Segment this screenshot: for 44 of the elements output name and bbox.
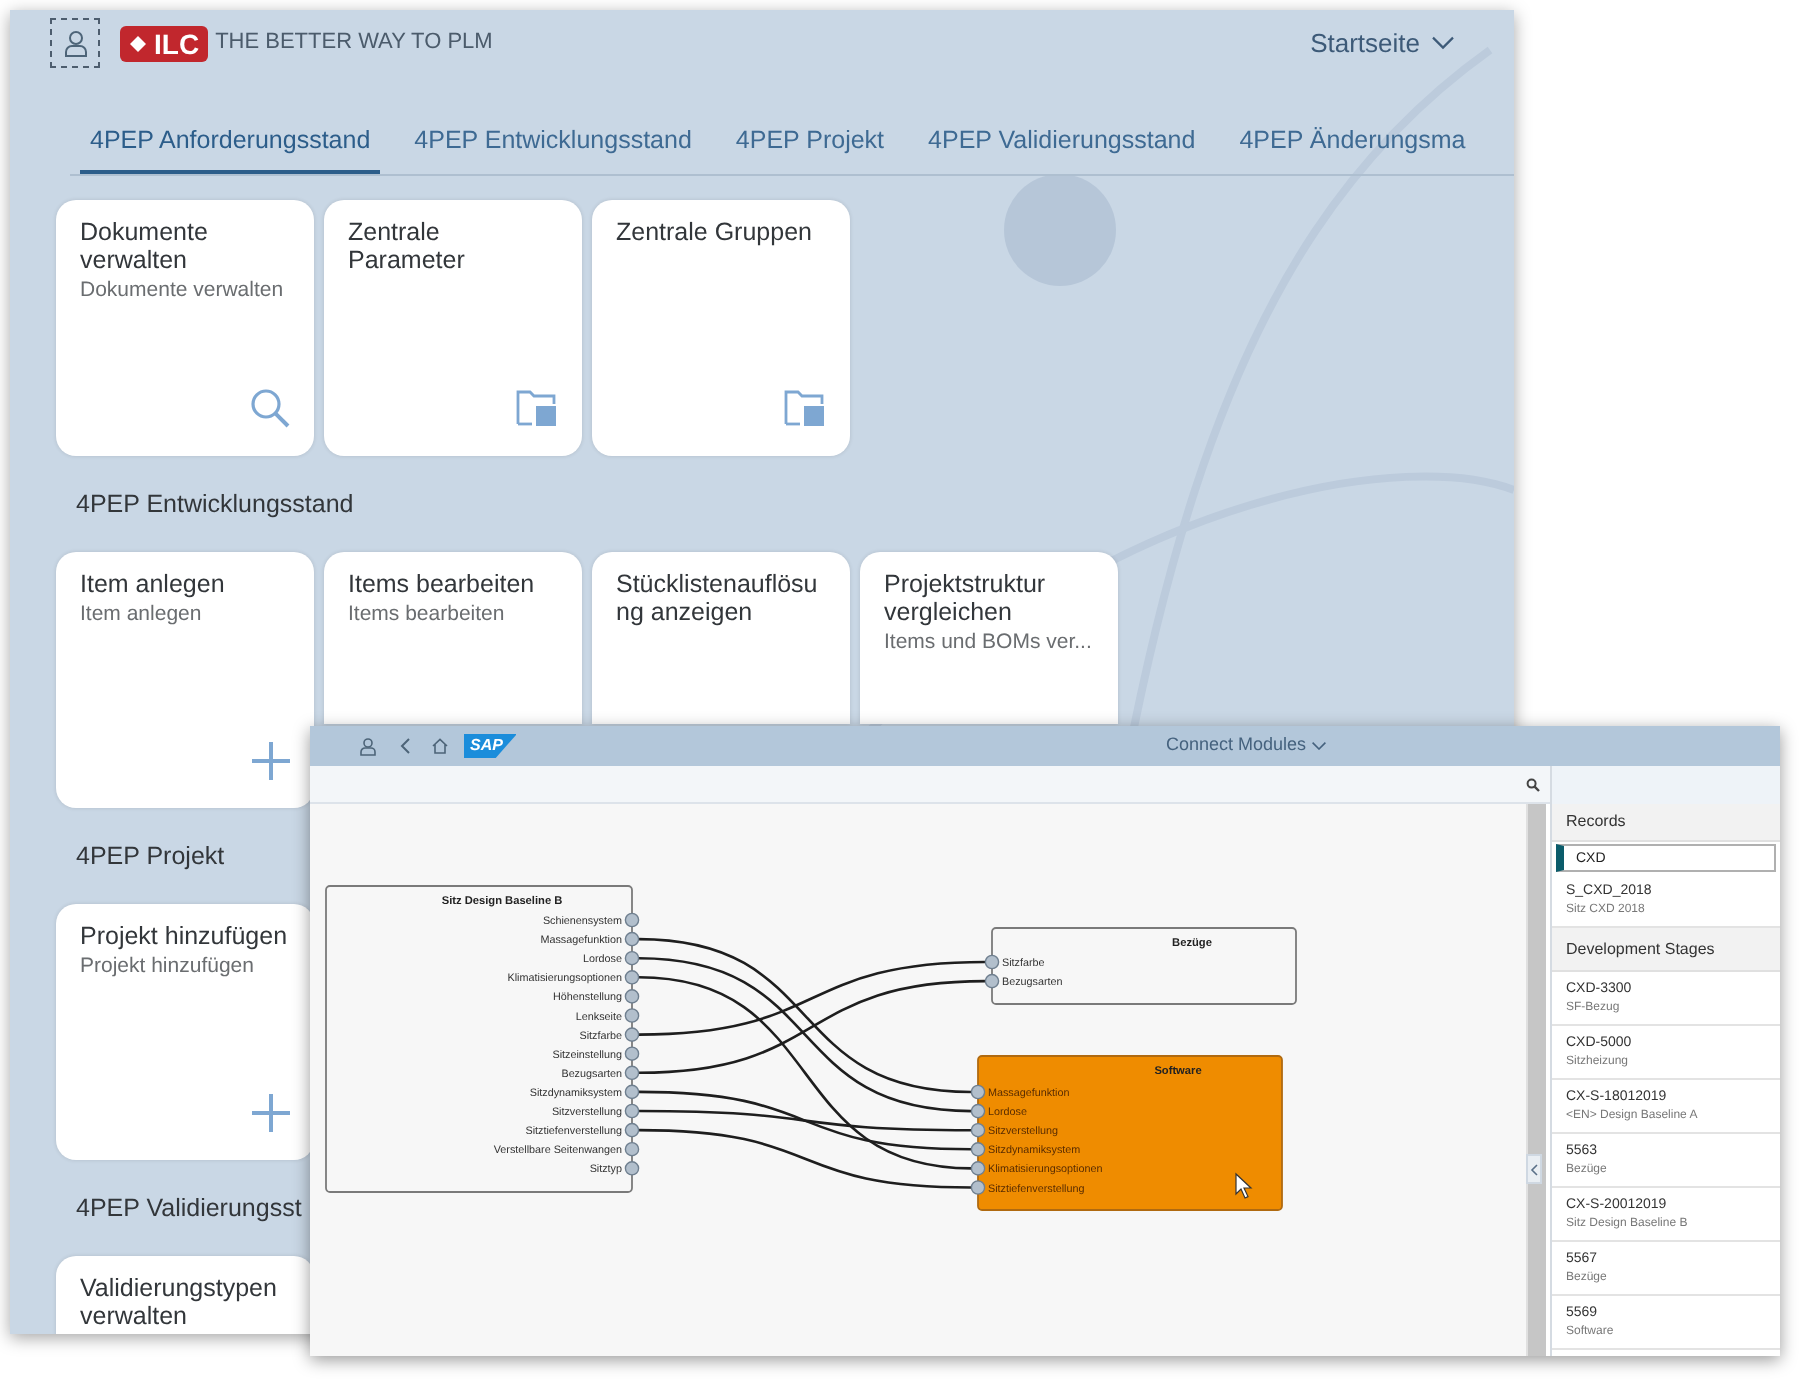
module-node[interactable]: [991, 927, 1297, 1005]
collapse-panel-button[interactable]: [1526, 1154, 1542, 1184]
group-title: 4PEP Projekt: [76, 839, 225, 874]
app-title-menu[interactable]: Connect Modules: [1166, 732, 1327, 759]
app-tile[interactable]: Validierungstypen verwalten: [56, 1256, 314, 1334]
user-icon[interactable]: [360, 737, 376, 755]
search-icon[interactable]: [1526, 777, 1540, 791]
app-tile[interactable]: Item anlegen Item anlegen: [56, 552, 314, 808]
app-tile[interactable]: Items bearbeiten Items bearbeiten: [324, 552, 582, 724]
plus-icon: [252, 742, 290, 780]
folder-icon: [516, 390, 558, 428]
company-logo: ILC: [120, 25, 208, 61]
search-icon: [250, 388, 290, 428]
back-icon[interactable]: [400, 738, 410, 754]
group-title: 4PEP Validierungsst: [76, 1191, 302, 1226]
home-icon[interactable]: [432, 738, 448, 754]
home-menu-button[interactable]: Startseite: [1310, 23, 1454, 63]
app-tile[interactable]: Dokumente verwalten Dokumente verwalten: [56, 200, 314, 456]
tab[interactable]: 4PEP Entwicklungsstand: [404, 110, 702, 174]
chevron-down-icon: [1432, 36, 1454, 50]
sap-logo: SAP: [464, 734, 517, 758]
tagline: THE BETTER WAY TO PLM: [215, 28, 493, 59]
plus-icon: [252, 1094, 290, 1132]
tab[interactable]: 4PEP Projekt: [725, 110, 895, 174]
app-tile[interactable]: Projektstruktur vergleichen Items und BOMs ver...: [860, 552, 1118, 724]
group-title: 4PEP Entwicklungsstand: [76, 487, 354, 522]
app-tile[interactable]: Projekt hinzufügen Projekt hinzufügen: [56, 904, 314, 1160]
app-tile[interactable]: Zentrale Gruppen: [592, 200, 850, 456]
tab[interactable]: 4PEP Änderungsma: [1229, 110, 1476, 174]
tab[interactable]: 4PEP Validierungsstand: [918, 110, 1206, 174]
app-tile[interactable]: Zentrale Parameter: [324, 200, 582, 456]
module-node[interactable]: [325, 885, 633, 1193]
user-button[interactable]: [50, 18, 100, 68]
tab[interactable]: 4PEP Anforderungsstand: [80, 110, 381, 174]
chevron-left-icon: [1530, 1163, 1538, 1175]
section-header: Records: [1566, 810, 1626, 834]
section-header: Development Stages: [1566, 937, 1715, 961]
app-tile[interactable]: Stücklistenauflösung anzeigen: [592, 552, 850, 724]
user-icon: [63, 29, 87, 57]
folder-icon: [784, 390, 826, 428]
scrollbar[interactable]: [1526, 804, 1546, 1356]
mouse-pointer-icon: [1235, 1172, 1253, 1199]
module-node[interactable]: [977, 1055, 1283, 1211]
chevron-down-icon: [1312, 741, 1327, 750]
